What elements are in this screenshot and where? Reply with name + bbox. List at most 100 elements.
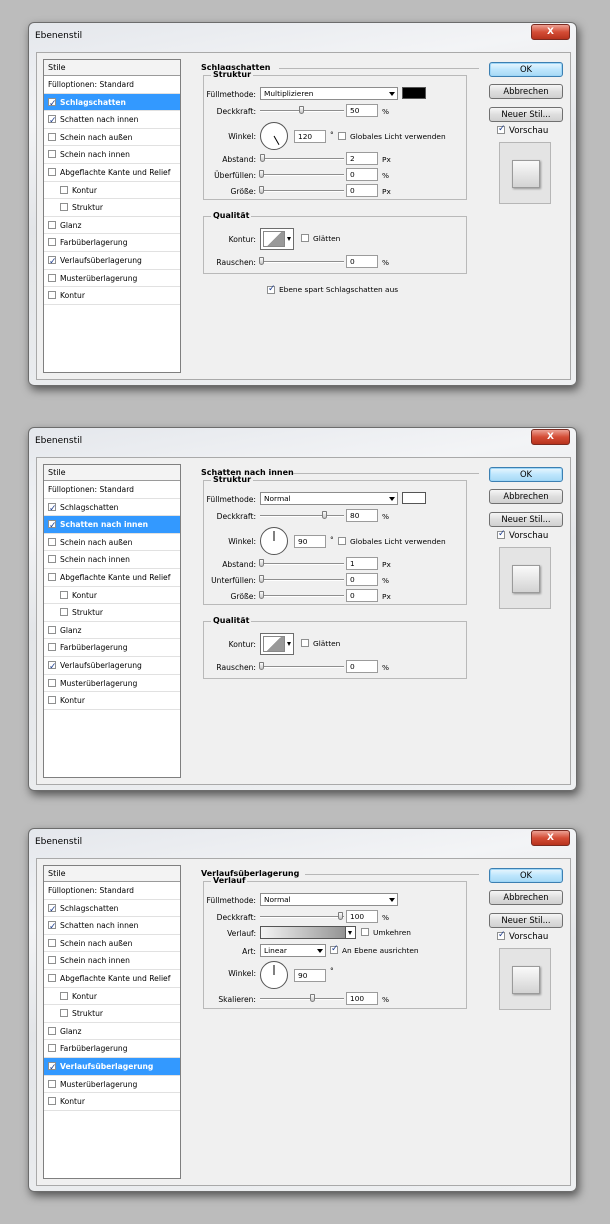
contour-picker[interactable] bbox=[260, 228, 294, 250]
style-list-item[interactable]: Kontur bbox=[44, 182, 180, 200]
angle-input[interactable]: 90 bbox=[294, 969, 326, 982]
style-list-item[interactable]: Struktur bbox=[44, 604, 180, 622]
style-list-item[interactable]: Glanz bbox=[44, 622, 180, 640]
style-checkbox[interactable] bbox=[48, 1060, 57, 1078]
noise-slider[interactable] bbox=[259, 662, 344, 670]
style-list-item[interactable]: Kontur bbox=[44, 1093, 180, 1111]
gradient-picker[interactable] bbox=[260, 926, 356, 939]
style-list-item[interactable]: Musterüberlagerung bbox=[44, 1076, 180, 1094]
size-slider-thumb[interactable] bbox=[259, 591, 264, 599]
global-light-checkbox[interactable] bbox=[338, 537, 346, 545]
blend-mode-select[interactable]: Normal bbox=[260, 893, 398, 906]
contour-picker[interactable] bbox=[260, 633, 294, 655]
style-checkbox[interactable] bbox=[48, 902, 57, 919]
style-checkbox[interactable] bbox=[48, 537, 56, 546]
style-list-item[interactable]: Schein nach innen bbox=[44, 551, 180, 569]
distance-slider-thumb[interactable] bbox=[259, 154, 265, 162]
noise-input[interactable]: 0 bbox=[346, 255, 378, 268]
angle-dial[interactable] bbox=[260, 961, 288, 989]
style-list-item[interactable]: Glanz bbox=[44, 217, 180, 235]
spread-slider-thumb[interactable] bbox=[259, 170, 264, 178]
style-list-item[interactable]: Musterüberlagerung bbox=[44, 270, 180, 288]
style-list-item[interactable]: Abgeflachte Kante und Relief bbox=[44, 970, 180, 988]
style-list-item[interactable]: Farbüberlagerung bbox=[44, 1040, 180, 1058]
style-checkbox[interactable] bbox=[48, 919, 57, 937]
opacity-slider-thumb[interactable] bbox=[322, 511, 328, 519]
choke-input[interactable]: 0 bbox=[346, 573, 378, 586]
style-checkbox[interactable] bbox=[48, 238, 56, 247]
style-select[interactable]: Linear bbox=[260, 944, 326, 957]
style-checkbox[interactable] bbox=[60, 608, 68, 617]
opacity-input[interactable]: 50 bbox=[346, 104, 378, 117]
style-list-item[interactable]: Schein nach außen bbox=[44, 534, 180, 552]
style-checkbox[interactable] bbox=[48, 1079, 56, 1088]
style-checkbox[interactable] bbox=[48, 659, 57, 677]
style-checkbox[interactable] bbox=[48, 501, 57, 518]
preview-toggle[interactable]: Vorschau bbox=[497, 124, 548, 136]
style-checkbox[interactable] bbox=[60, 1009, 68, 1018]
style-checkbox[interactable] bbox=[48, 555, 56, 564]
style-checkbox[interactable] bbox=[48, 696, 56, 705]
angle-dial[interactable] bbox=[260, 122, 288, 150]
opacity-input[interactable]: 80 bbox=[346, 509, 378, 522]
new-style-button[interactable]: Neuer Stil... bbox=[489, 107, 563, 122]
distance-slider-thumb[interactable] bbox=[259, 559, 265, 567]
style-list-item[interactable]: Musterüberlagerung bbox=[44, 675, 180, 693]
style-checkbox[interactable] bbox=[48, 113, 57, 131]
style-list-item[interactable]: Fülloptionen: Standard bbox=[44, 76, 180, 94]
preview-checkbox[interactable] bbox=[497, 930, 506, 940]
scale-slider-thumb[interactable] bbox=[309, 994, 315, 1002]
style-checkbox[interactable] bbox=[48, 973, 56, 982]
size-slider-thumb[interactable] bbox=[259, 186, 264, 194]
style-list-item[interactable]: Schlagschatten bbox=[44, 93, 180, 113]
cancel-button[interactable]: Abbrechen bbox=[489, 489, 563, 504]
style-checkbox[interactable] bbox=[60, 185, 68, 194]
style-checkbox[interactable] bbox=[48, 678, 56, 687]
style-list-item[interactable]: Fülloptionen: Standard bbox=[44, 481, 180, 499]
style-list-item[interactable]: Fülloptionen: Standard bbox=[44, 882, 180, 900]
style-checkbox[interactable] bbox=[48, 1097, 56, 1106]
ok-button[interactable]: OK bbox=[489, 62, 563, 77]
opacity-slider-thumb[interactable] bbox=[298, 106, 304, 114]
close-button[interactable]: X bbox=[531, 429, 570, 445]
style-checkbox[interactable] bbox=[48, 273, 56, 282]
noise-slider-thumb[interactable] bbox=[259, 662, 264, 670]
style-list-item[interactable]: Farbüberlagerung bbox=[44, 234, 180, 252]
new-style-button[interactable]: Neuer Stil... bbox=[489, 512, 563, 527]
style-checkbox[interactable] bbox=[48, 254, 57, 272]
shadow-color-swatch[interactable] bbox=[402, 492, 426, 504]
style-list-item[interactable]: Verlaufsüberlagerung bbox=[44, 1057, 180, 1078]
close-button[interactable]: X bbox=[531, 24, 570, 40]
style-list-item[interactable]: Schein nach innen bbox=[44, 952, 180, 970]
size-slider[interactable] bbox=[259, 591, 344, 599]
style-list-item[interactable]: Kontur bbox=[44, 587, 180, 605]
choke-slider-thumb[interactable] bbox=[259, 575, 264, 583]
size-input[interactable]: 0 bbox=[346, 184, 378, 197]
choke-slider[interactable] bbox=[259, 575, 344, 583]
style-list-item[interactable]: Kontur bbox=[44, 287, 180, 305]
style-checkbox[interactable] bbox=[60, 590, 68, 599]
angle-input[interactable]: 90 bbox=[294, 535, 326, 548]
style-list-item[interactable]: Struktur bbox=[44, 199, 180, 217]
opacity-slider[interactable] bbox=[260, 912, 344, 920]
spread-slider[interactable] bbox=[259, 170, 344, 178]
opacity-slider[interactable] bbox=[260, 511, 344, 519]
ok-button[interactable]: OK bbox=[489, 467, 563, 482]
style-checkbox[interactable] bbox=[48, 572, 56, 581]
distance-input[interactable]: 2 bbox=[346, 152, 378, 165]
reverse-checkbox[interactable] bbox=[361, 928, 369, 936]
preview-toggle[interactable]: Vorschau bbox=[497, 529, 548, 541]
style-checkbox[interactable] bbox=[48, 625, 56, 634]
new-style-button[interactable]: Neuer Stil... bbox=[489, 913, 563, 928]
shadow-color-swatch[interactable] bbox=[402, 87, 426, 99]
scale-slider[interactable] bbox=[260, 994, 344, 1002]
style-list-item[interactable]: Schatten nach innen bbox=[44, 516, 180, 536]
style-checkbox[interactable] bbox=[48, 150, 56, 159]
preview-checkbox[interactable] bbox=[497, 124, 506, 134]
style-checkbox[interactable] bbox=[60, 991, 68, 1000]
style-list-item[interactable]: Verlaufsüberlagerung bbox=[44, 252, 180, 272]
style-list-item[interactable]: Abgeflachte Kante und Relief bbox=[44, 569, 180, 587]
chevron-down-icon[interactable] bbox=[345, 927, 355, 938]
style-list-item[interactable]: Glanz bbox=[44, 1023, 180, 1041]
scale-input[interactable]: 100 bbox=[346, 992, 378, 1005]
